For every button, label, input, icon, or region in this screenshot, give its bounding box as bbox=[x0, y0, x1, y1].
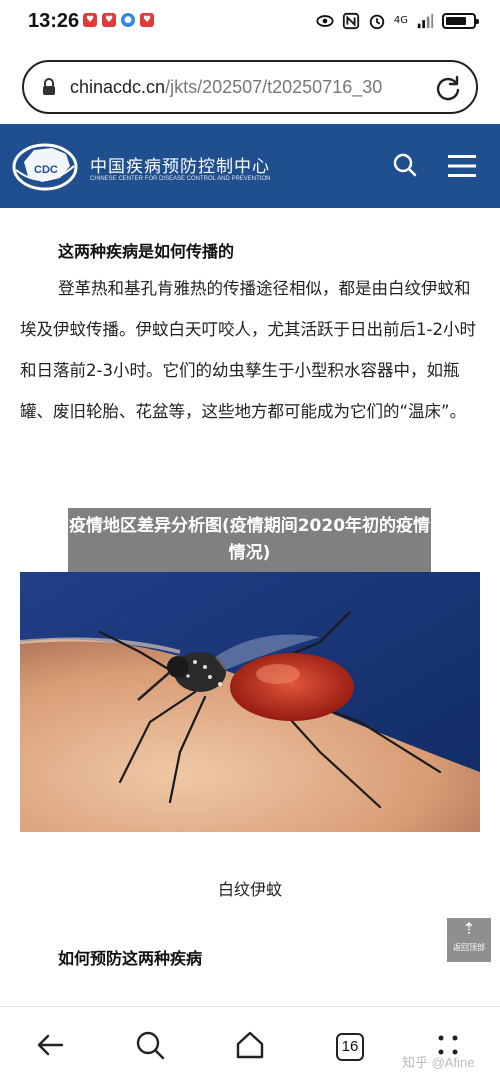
tab-count-button[interactable]: 16 bbox=[336, 1033, 364, 1061]
url-text[interactable]: chinacdc.cn/jkts/202507/t20250716_30 bbox=[70, 77, 440, 98]
status-time: 13:26 bbox=[28, 10, 80, 32]
url-path: /jkts/202507/t20250716_30 bbox=[165, 77, 383, 97]
arrow-up-icon: ⇡ bbox=[462, 919, 476, 938]
battery-icon bbox=[442, 13, 479, 29]
cdc-logo[interactable]: CDC bbox=[12, 140, 78, 194]
site-header: CDC 中国疾病预防控制中心 CHINESE CENTER FOR DISEAS… bbox=[0, 124, 500, 208]
site-subtitle: CHINESE CENTER FOR DISEASE CONTROL AND P… bbox=[90, 176, 271, 182]
menu-icon[interactable] bbox=[448, 154, 476, 178]
reload-icon[interactable] bbox=[434, 74, 462, 102]
notification-icons: ♥ ♥ ● ♥ bbox=[83, 13, 154, 27]
overlay-banner: 疫情地区差异分析图(疫情期间2020年初的疫情情况) bbox=[68, 508, 431, 572]
image-caption: 白纹伊蚊 bbox=[217, 880, 282, 899]
section-heading: 如何预防这两种疾病 bbox=[58, 949, 203, 968]
eye-icon bbox=[316, 15, 334, 27]
url-domain: chinacdc.cn bbox=[70, 77, 166, 97]
search-icon[interactable] bbox=[392, 152, 418, 178]
app-notification-icon: ♥ bbox=[102, 13, 116, 27]
section-heading: 这两种疾病是如何传播的 bbox=[58, 242, 235, 261]
back-to-top-label: 返回顶部 bbox=[453, 943, 485, 952]
mosquito-photo bbox=[20, 572, 480, 832]
lock-icon bbox=[43, 78, 55, 95]
signal-icon bbox=[417, 13, 434, 29]
back-to-top-button[interactable]: ⇡ 返回顶部 bbox=[447, 918, 491, 962]
app-notification-icon: ♥ bbox=[140, 13, 154, 27]
app-notification-icon: ♥ bbox=[83, 13, 97, 27]
site-title: 中国疾病预防控制中心 bbox=[90, 157, 270, 177]
nfc-icon bbox=[342, 12, 359, 30]
search-icon[interactable] bbox=[134, 1029, 166, 1061]
system-icons: 4G bbox=[316, 12, 479, 30]
logo-text: CDC bbox=[34, 164, 58, 176]
watermark: 知乎 @Afine bbox=[402, 1055, 475, 1070]
status-bar: 13:26 ♥ ♥ ● ♥ 4G bbox=[0, 0, 500, 46]
mosquito-illustration bbox=[20, 572, 480, 832]
bottom-navigation: 16 bbox=[0, 1006, 500, 1083]
back-arrow-icon[interactable] bbox=[34, 1029, 66, 1061]
address-bar[interactable]: chinacdc.cn/jkts/202507/t20250716_30 bbox=[22, 60, 478, 114]
home-icon[interactable] bbox=[234, 1029, 266, 1061]
network-type: 4G bbox=[393, 15, 408, 26]
alarm-icon bbox=[369, 14, 385, 30]
app-notification-icon: ● bbox=[121, 13, 135, 27]
article-paragraph: 登革热和基孔肯雅热的传播途径相似，都是由白纹伊蚊和埃及伊蚊传播。伊蚊白天叮咬人，… bbox=[20, 279, 476, 421]
